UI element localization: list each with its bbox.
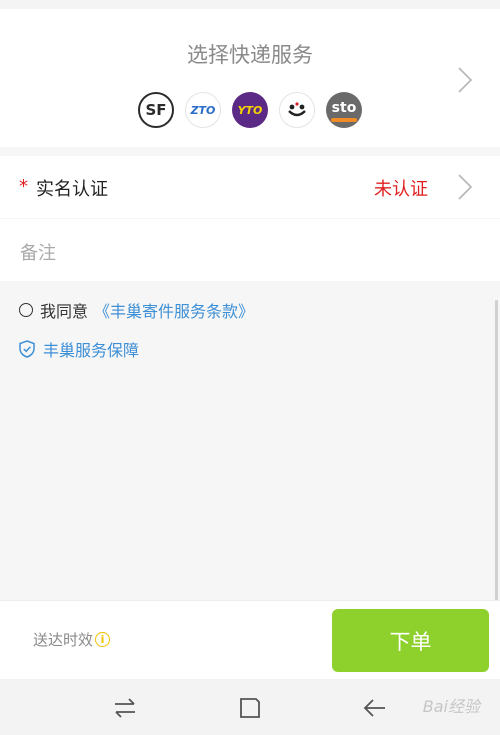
delivery-time-label: 送达时效 (33, 631, 94, 649)
info-icon[interactable]: i (95, 632, 111, 647)
watermark: Bai经验 (422, 697, 480, 716)
switch-arrows-icon[interactable] (113, 697, 137, 723)
courier-selection-card[interactable]: 选择快递服务 SF ZTO YTO sto (0, 9, 500, 147)
chevron-right-icon[interactable] (458, 67, 472, 93)
terms-link[interactable]: 《丰巢寄件服务条款》 (94, 298, 254, 322)
courier-logos: SF ZTO YTO sto (138, 92, 362, 128)
home-square-icon[interactable] (239, 697, 261, 723)
real-name-auth-row[interactable]: * 实名认证 未认证 (0, 156, 500, 218)
best-express-logo (279, 92, 315, 128)
sf-express-logo: SF (138, 92, 174, 128)
system-nav-bar: Bai经验 (0, 679, 500, 735)
required-mark: * (19, 176, 28, 197)
place-order-button[interactable]: 下单 (332, 609, 489, 672)
note-row[interactable]: 备注 (0, 219, 500, 281)
best-smile-icon (288, 102, 306, 117)
service-guarantee-link[interactable]: 丰巢服务保障 (19, 337, 139, 361)
yto-express-logo: YTO (232, 92, 268, 128)
auth-label: 实名认证 (36, 179, 108, 200)
shield-check-icon (19, 340, 35, 358)
agree-radio[interactable] (19, 303, 33, 317)
back-arrow-icon[interactable] (363, 697, 387, 723)
agree-text: 我同意 (40, 302, 89, 321)
bottom-action-bar: 送达时效 i 下单 (0, 600, 500, 679)
auth-status: 未认证 (374, 179, 428, 200)
courier-title: 选择快递服务 (187, 43, 313, 67)
sto-express-logo: sto (326, 92, 362, 128)
note-field[interactable]: 备注 (20, 239, 56, 265)
delivery-time[interactable]: 送达时效 i (33, 629, 111, 650)
chevron-right-icon[interactable] (458, 174, 472, 200)
zto-express-logo: ZTO (185, 92, 221, 128)
guarantee-label: 丰巢服务保障 (43, 341, 140, 360)
top-strip (0, 0, 500, 9)
agreement-row[interactable]: 我同意 《丰巢寄件服务条款》 (19, 298, 254, 322)
